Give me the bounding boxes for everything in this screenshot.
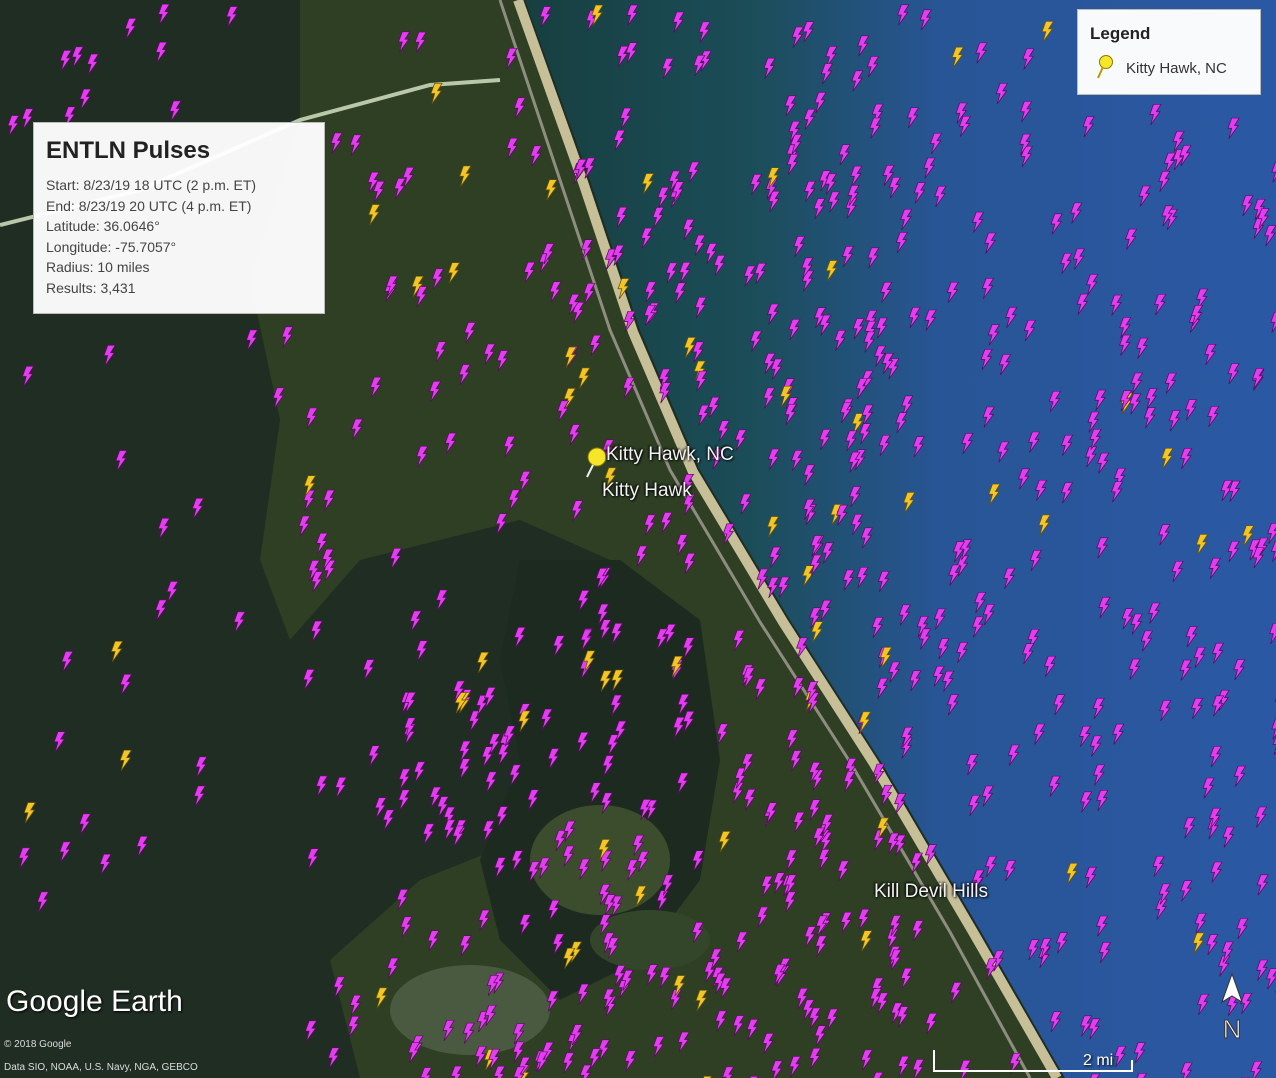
- scale-bar: [933, 1070, 1133, 1072]
- data-credit-text: Data SIO, NOAA, U.S. Navy, NGA, GEBCO: [4, 1062, 198, 1073]
- results-count: Results: 3,431: [46, 279, 136, 296]
- google-earth-logo: Google Earth: [6, 985, 183, 1018]
- compass-north-label: N: [1223, 1014, 1242, 1044]
- latitude: Latitude: 36.0646°: [46, 218, 160, 234]
- map-view[interactable]: Kitty Hawk, NC Kitty Hawk Kill Devil Hil…: [0, 0, 1276, 1078]
- scale-label: 2 mi: [1083, 1052, 1114, 1069]
- longitude: Longitude: -75.7057°: [46, 238, 177, 255]
- scale-bar-tick: [933, 1050, 935, 1072]
- copyright-text: © 2018 Google: [4, 1039, 72, 1050]
- north-arrow-icon[interactable]: N: [1214, 972, 1250, 1048]
- info-panel: ENTLN Pulses Start: 8/23/19 18 UTC (2 p.…: [33, 122, 325, 314]
- pushpin-label[interactable]: Kitty Hawk, NC: [606, 444, 734, 466]
- yellow-pushpin-icon: [1097, 55, 1113, 79]
- legend: Legend Kitty Hawk, NC: [1077, 9, 1261, 95]
- info-panel-title: ENTLN Pulses: [46, 137, 211, 164]
- start-time: Start: 8/23/19 18 UTC (2 p.m. ET): [46, 177, 257, 193]
- legend-item-label: Kitty Hawk, NC: [1126, 60, 1227, 77]
- radius: Radius: 10 miles: [46, 259, 150, 275]
- town-label-kitty-hawk: Kitty Hawk: [602, 480, 692, 501]
- scale-bar-tick: [1131, 1060, 1133, 1072]
- legend-title: Legend: [1090, 24, 1151, 43]
- town-label-kill-devil-hills: Kill Devil Hills: [874, 881, 989, 902]
- end-time: End: 8/23/19 20 UTC (4 p.m. ET): [46, 197, 252, 214]
